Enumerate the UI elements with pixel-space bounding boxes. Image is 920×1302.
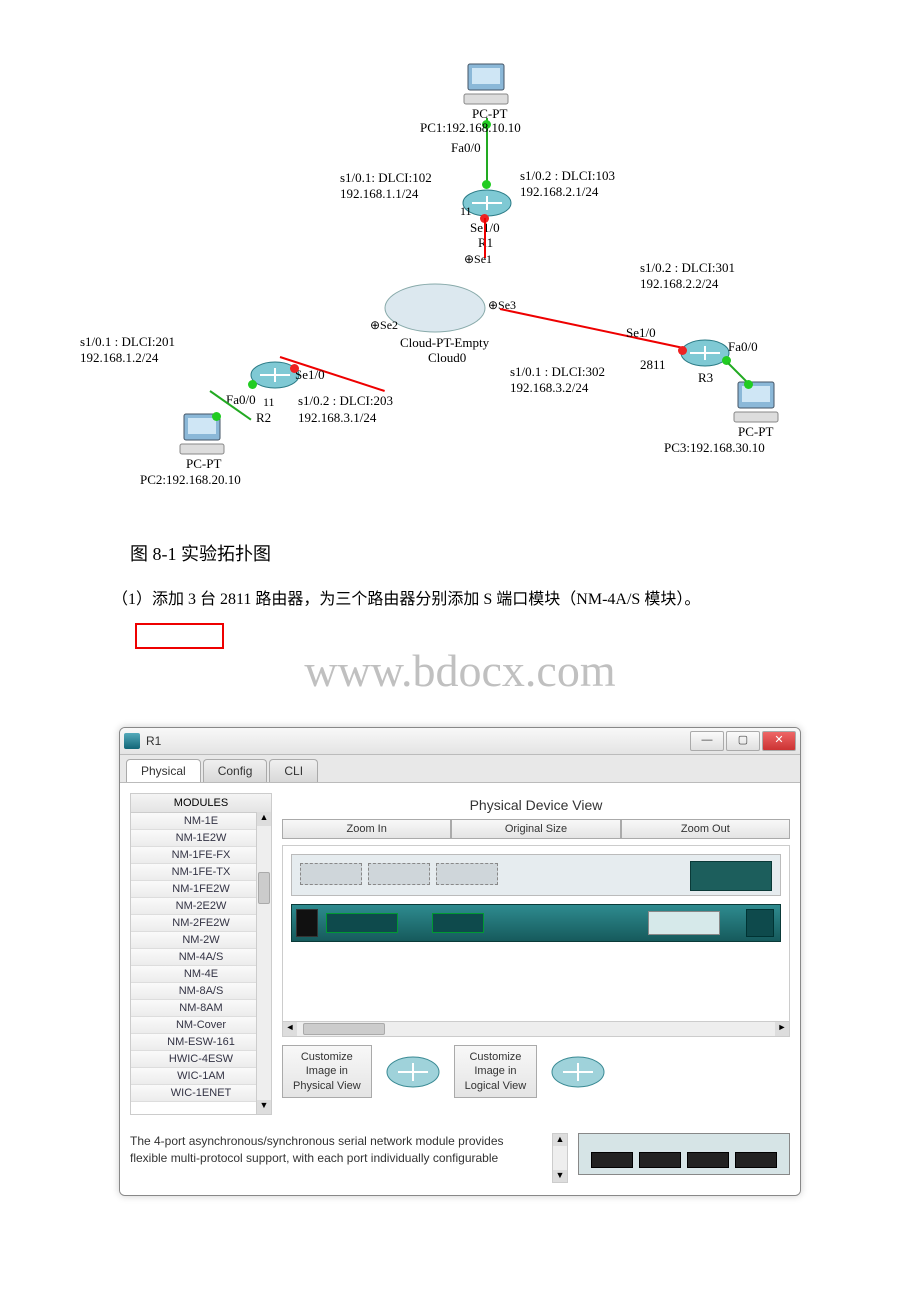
device-hscrollbar[interactable]: ◄► [283, 1021, 789, 1036]
module-item[interactable]: NM-Cover [131, 1017, 271, 1034]
r2-s1ip: 192.168.1.2/24 [80, 350, 158, 366]
step-text: （1）添加 3 台 2811 路由器，为三个路由器分别添加 S 端口模块（NM-… [80, 586, 840, 613]
r3-se: Se1/0 [626, 325, 656, 341]
cloud-icon [380, 278, 490, 343]
module-item[interactable]: NM-1FE-FX [131, 847, 271, 864]
r1-s1ip: 192.168.1.1/24 [340, 186, 418, 202]
cloud-se2-label: ⊕Se2 [370, 318, 398, 333]
zoom-in-button[interactable]: Zoom In [282, 819, 451, 839]
physical-device-view-title: Physical Device View [282, 797, 790, 813]
device-image-area[interactable]: ◄► [282, 845, 790, 1037]
cloud-name: Cloud-PT-Empty [400, 335, 489, 351]
r3-s2ip: 192.168.2.2/24 [640, 276, 718, 292]
module-item[interactable]: NM-2W [131, 932, 271, 949]
customize-logical-button[interactable]: Customize Image in Logical View [454, 1045, 538, 1098]
modules-panel: MODULES NM-1E NM-1E2W NM-1FE-FX NM-1FE-T… [130, 793, 272, 1115]
pc3-name: PC-PT [738, 424, 773, 440]
router-mini-physical-icon [386, 1055, 440, 1089]
tab-config[interactable]: Config [203, 759, 268, 782]
topology-diagram: PC-PT PC1:192.168.10.10 Fa0/0 Se1/0 R1 s… [80, 60, 840, 520]
pc2-name: PC-PT [186, 456, 221, 472]
r2-name: R2 [256, 410, 271, 426]
router-mini-logical-icon [551, 1055, 605, 1089]
red-highlight-box [135, 623, 224, 649]
cloud-se1-label: ⊕Se1 [464, 252, 492, 267]
description-scrollbar[interactable]: ▲▼ [552, 1133, 568, 1183]
r2-s2ip: 192.168.3.1/24 [298, 410, 376, 426]
module-description: The 4-port asynchronous/synchronous seri… [130, 1133, 542, 1183]
r2-s1: s1/0.1 : DLCI:201 [80, 334, 175, 350]
r3-name: R3 [698, 370, 713, 386]
tab-cli[interactable]: CLI [269, 759, 318, 782]
pc3-label: PC3:192.168.30.10 [664, 440, 765, 456]
router-r3-icon [680, 338, 730, 373]
window-titlebar: R1 — ▢ ✕ [120, 728, 800, 755]
r3-model: 2811 [640, 357, 666, 373]
r1-port11: 11 [460, 204, 472, 219]
figure-caption: 图 8-1 实验拓扑图 [130, 540, 840, 566]
module-item[interactable]: NM-2E2W [131, 898, 271, 915]
r3-s1: s1/0.1 : DLCI:302 [510, 364, 605, 380]
module-item[interactable]: NM-8AM [131, 1000, 271, 1017]
modules-scrollbar[interactable]: ▲▼ [256, 812, 271, 1114]
maximize-button[interactable]: ▢ [726, 731, 760, 751]
pc1-label: PC1:192.168.10.10 [420, 120, 521, 136]
r3-fa: Fa0/0 [728, 339, 758, 355]
module-item[interactable]: NM-ESW-161 [131, 1034, 271, 1051]
watermark: www.bdocx.com [80, 644, 840, 697]
close-button[interactable]: ✕ [762, 731, 796, 751]
module-item[interactable]: NM-1E [131, 813, 271, 830]
r2-se: Se1/0 [295, 367, 325, 383]
cloud-label: Cloud0 [428, 350, 466, 366]
minimize-button[interactable]: — [690, 731, 724, 751]
module-item[interactable]: WIC-1ENET [131, 1085, 271, 1102]
customize-physical-button[interactable]: Customize Image in Physical View [282, 1045, 372, 1098]
router-config-window: R1 — ▢ ✕ Physical Config CLI MODULES NM-… [119, 727, 801, 1196]
tab-physical[interactable]: Physical [126, 759, 201, 782]
r2-port11: 11 [263, 395, 275, 410]
r1-s2ip: 192.168.2.1/24 [520, 184, 598, 200]
r3-s2: s1/0.2 : DLCI:301 [640, 260, 735, 276]
app-icon [124, 733, 140, 749]
original-size-button[interactable]: Original Size [451, 819, 620, 839]
r1-fa-label: Fa0/0 [451, 140, 481, 156]
module-preview-image[interactable] [578, 1133, 790, 1175]
zoom-out-button[interactable]: Zoom Out [621, 819, 790, 839]
window-title: R1 [146, 734, 688, 748]
r1-s2: s1/0.2 : DLCI:103 [520, 168, 615, 184]
module-item[interactable]: HWIC-4ESW [131, 1051, 271, 1068]
module-item[interactable]: NM-1E2W [131, 830, 271, 847]
r2-s2: s1/0.2 : DLCI:203 [298, 393, 393, 409]
module-item-nm4as[interactable]: NM-4A/S [131, 949, 271, 966]
tabs-row: Physical Config CLI [120, 755, 800, 783]
r3-s1ip: 192.168.3.2/24 [510, 380, 588, 396]
module-item[interactable]: NM-2FE2W [131, 915, 271, 932]
module-item[interactable]: WIC-1AM [131, 1068, 271, 1085]
modules-header: MODULES [131, 794, 271, 813]
module-item[interactable]: NM-4E [131, 966, 271, 983]
module-item[interactable]: NM-8A/S [131, 983, 271, 1000]
module-item[interactable]: NM-1FE2W [131, 881, 271, 898]
module-item[interactable]: NM-1FE-TX [131, 864, 271, 881]
r1-s1: s1/0.1: DLCI:102 [340, 170, 432, 186]
pc2-label: PC2:192.168.20.10 [140, 472, 241, 488]
